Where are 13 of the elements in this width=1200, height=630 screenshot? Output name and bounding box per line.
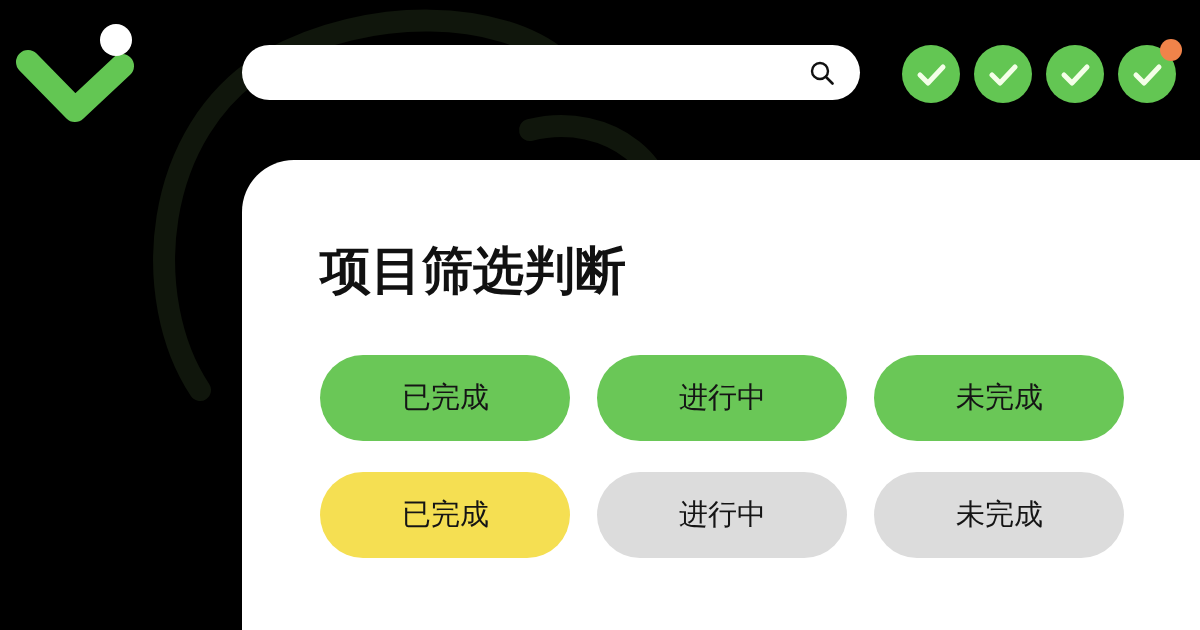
check-circle-icon[interactable] xyxy=(1118,45,1176,103)
filter-button[interactable]: 已完成 xyxy=(320,472,570,559)
filter-button[interactable]: 未完成 xyxy=(874,472,1124,559)
filter-button[interactable]: 进行中 xyxy=(597,355,847,442)
search-field[interactable] xyxy=(242,45,860,100)
filter-button[interactable]: 未完成 xyxy=(874,355,1124,442)
search-icon[interactable] xyxy=(810,60,834,85)
card-title: 项目筛选判断 xyxy=(320,240,626,302)
filter-button[interactable]: 已完成 xyxy=(320,355,570,442)
check-circle-icon[interactable] xyxy=(1046,45,1104,103)
filter-button[interactable]: 进行中 xyxy=(597,472,847,559)
check-circle-icon[interactable] xyxy=(902,45,960,103)
check-circle-icon[interactable] xyxy=(974,45,1032,103)
